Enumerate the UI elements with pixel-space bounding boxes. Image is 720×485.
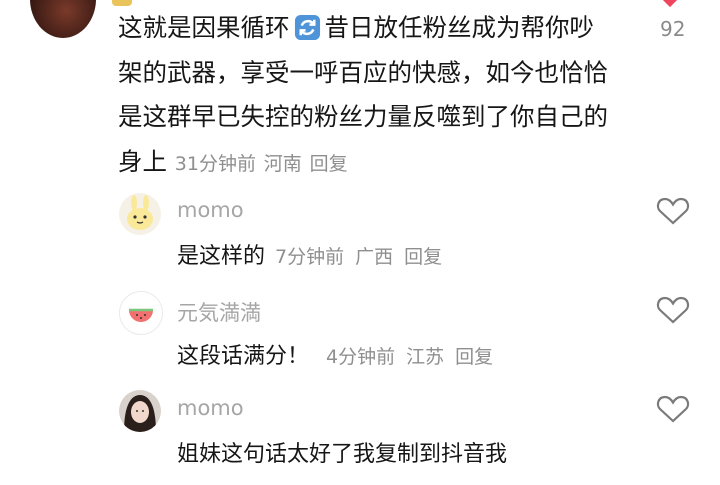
reply-row-2: 这段话满分！ 4分钟前 江苏 回复 — [177, 338, 493, 370]
heart-outline-icon[interactable] — [656, 196, 690, 226]
reply-avatar-3[interactable] — [119, 390, 161, 432]
reply-row-1: 是这样的 7分钟前 广西 回复 — [177, 238, 442, 270]
reply-row-3: 姐妹这句话太好了我复制到抖音我 — [177, 436, 507, 468]
reply-text-3: 姐妹这句话太好了我复制到抖音我 — [177, 442, 508, 467]
reply-author-2[interactable]: 元気満満 — [177, 297, 261, 327]
reply-location-1: 广西 — [355, 246, 394, 268]
comment-time: 31分钟前 — [174, 152, 256, 175]
reply-avatar-1[interactable] — [119, 193, 161, 235]
reply-author-1[interactable]: momo — [177, 198, 244, 222]
reply-location-2: 江苏 — [406, 346, 445, 368]
reply-author-3[interactable]: momo — [177, 396, 244, 420]
heart-outline-icon[interactable] — [656, 394, 690, 424]
like-count: 92 — [660, 17, 686, 41]
reply-time-1: 7分钟前 — [275, 246, 345, 268]
reply-button-1[interactable]: 回复 — [404, 246, 442, 268]
reply-button[interactable]: 回复 — [310, 153, 348, 175]
main-comment-avatar[interactable] — [30, 0, 96, 38]
sync-emoji-icon — [294, 14, 320, 41]
reply-text-2: 这段话满分！ — [177, 344, 310, 369]
main-comment-text-start: 这就是因果循环 — [118, 13, 290, 42]
reply-text-1: 是这样的 — [177, 244, 266, 269]
reply-time-2: 4分钟前 — [326, 346, 396, 368]
heart-outline-icon[interactable] — [656, 295, 690, 325]
heart-filled-icon[interactable] — [659, 0, 681, 8]
main-comment-body: 这就是因果循环 昔日放任粉丝成为帮你吵架的武器，享受一呼百应的快感，如今也恰恰是… — [118, 6, 618, 186]
comment-location: 河南 — [263, 152, 302, 175]
reply-button-2[interactable]: 回复 — [455, 346, 493, 368]
reply-avatar-2[interactable] — [119, 291, 163, 335]
